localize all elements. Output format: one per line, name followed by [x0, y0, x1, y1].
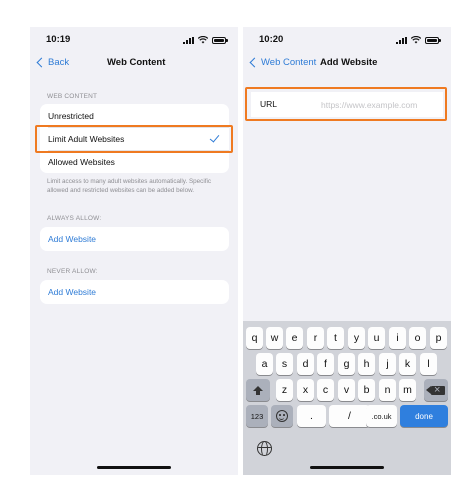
key-q[interactable]: q	[246, 327, 263, 349]
key-p[interactable]: p	[430, 327, 447, 349]
key-k[interactable]: k	[399, 353, 416, 375]
key-s[interactable]: s	[276, 353, 293, 375]
option-label: Unrestricted	[48, 110, 94, 121]
globe-icon[interactable]	[257, 441, 272, 456]
status-icons	[183, 36, 228, 44]
key-o[interactable]: o	[409, 327, 426, 349]
page-title: Add Website	[320, 57, 378, 68]
web-content-screen: 10:19 Back Web Content WEB CONTENT Unres…	[30, 27, 238, 475]
key-c[interactable]: c	[317, 379, 334, 401]
always-allow-group: Add Website	[40, 227, 229, 251]
option-label: Allowed Websites	[48, 156, 115, 167]
battery-icon	[212, 36, 228, 44]
status-bar: 10:19	[30, 27, 238, 55]
emoji-icon	[276, 410, 288, 422]
key-h[interactable]: h	[358, 353, 375, 375]
home-indicator	[310, 466, 384, 469]
url-field-row: URL	[251, 92, 443, 117]
key-t[interactable]: t	[327, 327, 344, 349]
key-g[interactable]: g	[338, 353, 355, 375]
dotcom-key[interactable]: .co.uk	[366, 405, 397, 427]
signal-icon	[183, 36, 194, 44]
key-d[interactable]: d	[297, 353, 314, 375]
shift-icon	[253, 386, 263, 395]
nav-bar: Back Web Content	[30, 55, 238, 75]
web-content-options: Unrestricted Limit Adult Websites Allowe…	[40, 104, 229, 173]
section-label-always-allow: ALWAYS ALLOW:	[47, 215, 102, 222]
shift-key[interactable]	[246, 379, 270, 401]
key-j[interactable]: j	[379, 353, 396, 375]
emoji-key[interactable]	[271, 405, 293, 427]
home-indicator	[97, 466, 171, 469]
backspace-key[interactable]	[424, 379, 448, 401]
back-label: Web Content	[261, 57, 317, 68]
url-input[interactable]	[321, 96, 435, 113]
chevron-left-icon	[36, 57, 47, 68]
back-button[interactable]: Back	[36, 57, 69, 68]
numbers-key[interactable]: 123	[246, 405, 268, 427]
key-b[interactable]: b	[358, 379, 375, 401]
back-button[interactable]: Web Content	[249, 57, 316, 68]
option-allowed-websites[interactable]: Allowed Websites	[40, 150, 229, 173]
status-time: 10:19	[46, 34, 71, 45]
never-allow-add-website-button[interactable]: Add Website	[40, 280, 229, 304]
key-v[interactable]: v	[338, 379, 355, 401]
battery-icon	[425, 36, 441, 44]
chevron-left-icon	[249, 57, 260, 68]
status-bar: 10:20	[243, 27, 451, 55]
option-limit-adult-websites[interactable]: Limit Adult Websites	[40, 127, 229, 150]
footnote-text: Limit access to many adult websites auto…	[47, 178, 212, 194]
wifi-icon	[411, 36, 421, 44]
key-m[interactable]: m	[399, 379, 416, 401]
section-label-web-content: WEB CONTENT	[47, 93, 98, 100]
done-key[interactable]: done	[400, 405, 448, 427]
section-label-never-allow: NEVER ALLOW:	[47, 268, 98, 275]
keyboard: q w e r t y u i o p a s d f g h j k l z …	[243, 321, 451, 475]
key-x[interactable]: x	[297, 379, 314, 401]
backspace-icon	[426, 383, 445, 397]
signal-icon	[396, 36, 407, 44]
key-l[interactable]: l	[420, 353, 437, 375]
dot-key[interactable]: .	[297, 405, 326, 427]
page-title: Web Content	[107, 57, 166, 68]
key-y[interactable]: y	[348, 327, 365, 349]
option-unrestricted[interactable]: Unrestricted	[40, 104, 229, 127]
key-i[interactable]: i	[389, 327, 406, 349]
key-n[interactable]: n	[379, 379, 396, 401]
key-u[interactable]: u	[368, 327, 385, 349]
back-label: Back	[48, 57, 70, 68]
url-label: URL	[260, 99, 278, 109]
key-e[interactable]: e	[286, 327, 303, 349]
key-w[interactable]: w	[266, 327, 283, 349]
status-icons	[396, 36, 441, 44]
key-a[interactable]: a	[256, 353, 273, 375]
key-r[interactable]: r	[307, 327, 324, 349]
slash-key[interactable]: /	[329, 405, 370, 427]
checkmark-icon	[209, 132, 220, 143]
add-website-screen: 10:20 Web Content Add Website URL q w e …	[243, 27, 451, 475]
option-label: Limit Adult Websites	[48, 133, 125, 144]
key-f[interactable]: f	[317, 353, 334, 375]
wifi-icon	[198, 36, 208, 44]
key-z[interactable]: z	[276, 379, 293, 401]
nav-bar: Web Content Add Website	[243, 55, 451, 75]
status-time: 10:20	[259, 34, 284, 45]
always-allow-add-website-button[interactable]: Add Website	[40, 227, 229, 251]
never-allow-group: Add Website	[40, 280, 229, 304]
